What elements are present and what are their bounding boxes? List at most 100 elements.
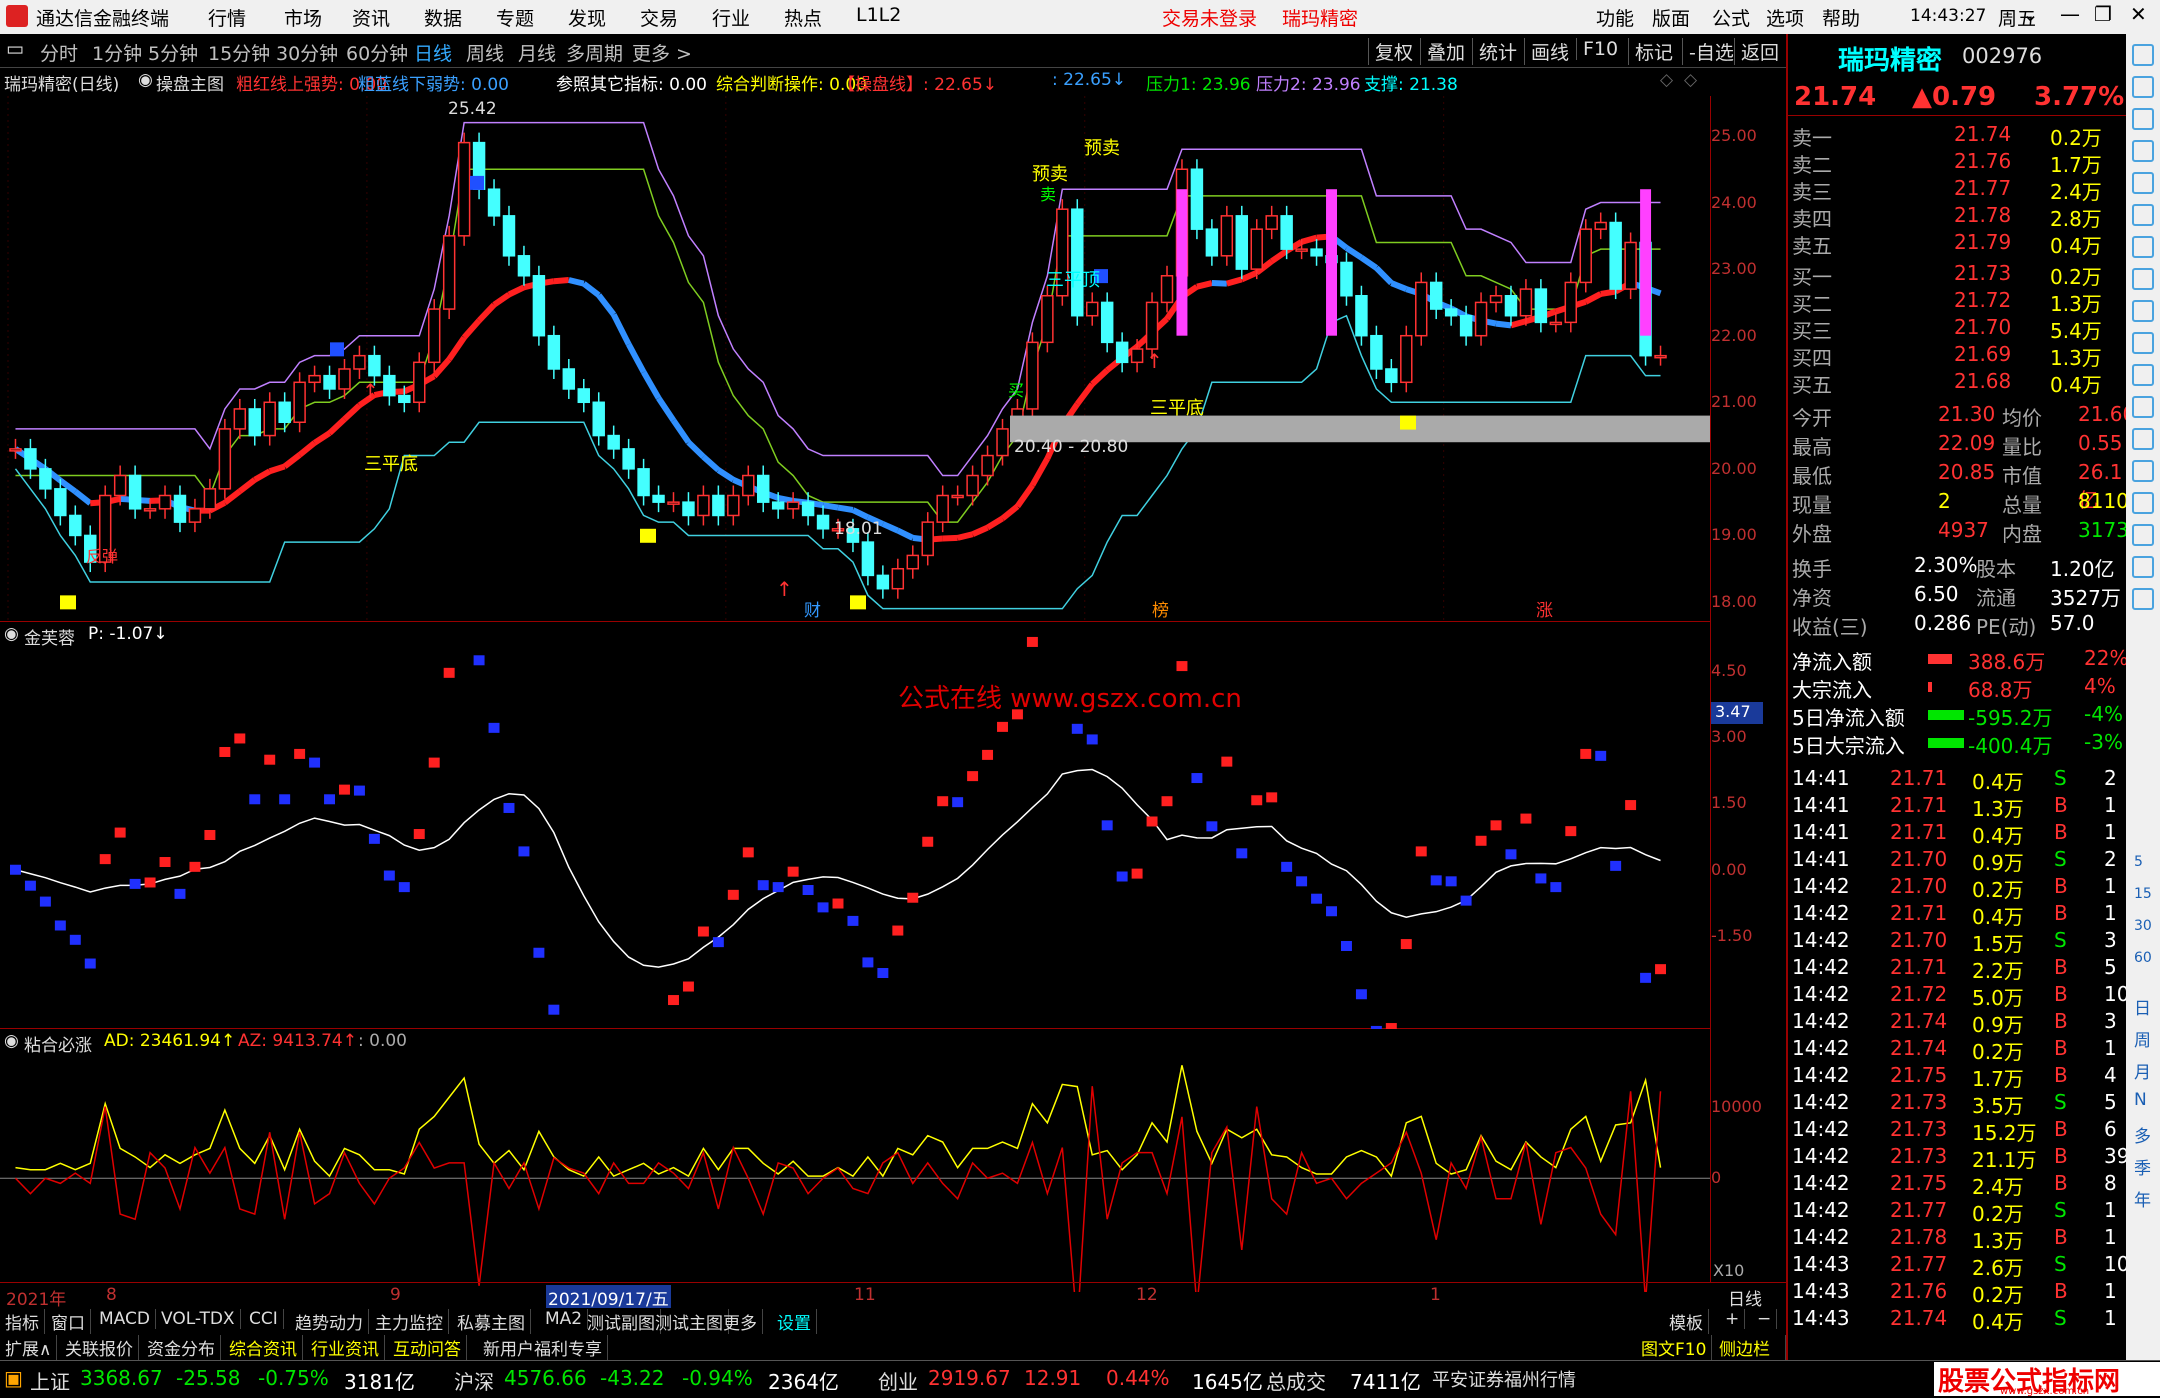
candle[interactable] [1595, 213, 1606, 240]
info-tab-1[interactable]: 关联报价 [60, 1335, 139, 1360]
candle[interactable] [578, 379, 589, 412]
sidebar-minute-0[interactable]: 5 [2134, 854, 2143, 870]
candle[interactable] [354, 346, 365, 379]
minimize-icon[interactable]: — [2060, 2, 2080, 26]
toolbar-btn-6[interactable]: -自选 [1682, 38, 1740, 65]
candle[interactable] [1162, 266, 1173, 313]
toolbar-btn-3[interactable]: 画线 [1524, 38, 1575, 65]
indicator-tab-2[interactable]: MACD [94, 1309, 156, 1329]
candle[interactable] [1655, 346, 1666, 366]
candle[interactable] [264, 392, 275, 445]
right-menu-1[interactable]: 版面 [1652, 4, 1690, 31]
sidebar-tool-icon[interactable] [2132, 332, 2154, 354]
sidebar-tool-icon[interactable] [2132, 140, 2154, 162]
sidebar-tool-icon[interactable] [2132, 76, 2154, 98]
period-tab-3[interactable]: 15分钟 [208, 39, 270, 66]
menu-9[interactable]: L1L2 [856, 4, 901, 26]
candle[interactable] [504, 206, 515, 266]
indicator-tab-11[interactable]: 更多 [718, 1309, 763, 1334]
info-tab-5[interactable]: 互动问答 [388, 1335, 467, 1360]
period-tab-9[interactable]: 多周期 [566, 39, 623, 66]
candle[interactable] [1371, 326, 1382, 379]
candle[interactable] [877, 565, 888, 598]
sidebar-tool-icon[interactable] [2132, 108, 2154, 130]
candle[interactable] [10, 439, 21, 459]
indicator-tab-5[interactable]: 趋势动力 [290, 1309, 369, 1334]
candle[interactable] [743, 466, 754, 506]
candle[interactable] [1535, 279, 1546, 332]
candle[interactable] [982, 446, 993, 486]
candle[interactable] [130, 466, 141, 519]
candle[interactable] [279, 392, 290, 432]
panel3-settings-icon[interactable]: ◉ [4, 1031, 19, 1051]
candle[interactable] [623, 439, 634, 479]
candle[interactable] [70, 505, 81, 545]
candle[interactable] [1206, 219, 1217, 266]
candle[interactable] [758, 466, 769, 513]
menu-1[interactable]: 市场 [284, 4, 322, 31]
indicator-tab-6[interactable]: 主力监控 [370, 1309, 449, 1334]
sidebar-tool-icon[interactable] [2132, 492, 2154, 514]
indicator-tab-3[interactable]: VOL-TDX [156, 1309, 241, 1329]
candle[interactable] [1446, 299, 1457, 326]
candle[interactable] [1491, 286, 1502, 313]
toolbar-btn-5[interactable]: 标记 [1628, 38, 1679, 65]
candle[interactable] [1087, 292, 1098, 325]
right-menu-2[interactable]: 公式 [1712, 4, 1750, 31]
sidebar-minute-2[interactable]: 30 [2134, 918, 2152, 934]
candle[interactable] [997, 419, 1008, 466]
sidebar-period-3[interactable]: N [2134, 1090, 2147, 1110]
period-tab-5[interactable]: 60分钟 [346, 39, 408, 66]
info-tab-3[interactable]: 综合资讯 [224, 1335, 303, 1360]
candle[interactable] [1221, 206, 1232, 266]
index-name-2[interactable]: 创业 [878, 1366, 918, 1395]
panel3-title[interactable]: 粘合必涨 [24, 1031, 92, 1056]
info-tab-0[interactable]: 扩展∧ [0, 1335, 57, 1360]
candle[interactable] [309, 366, 320, 393]
period-tab-7[interactable]: 周线 [466, 39, 504, 66]
sidebar-minute-3[interactable]: 60 [2134, 950, 2152, 966]
candle[interactable] [414, 352, 425, 412]
sidebar-tool-icon[interactable] [2132, 268, 2154, 290]
candle[interactable] [459, 133, 470, 246]
menu-4[interactable]: 专题 [496, 4, 534, 31]
sidebar-minute-1[interactable]: 15 [2134, 886, 2152, 902]
sidebar-tool-icon[interactable] [2132, 236, 2154, 258]
sidebar-tool-icon[interactable] [2132, 364, 2154, 386]
main-chart[interactable]: 25.4218.0120.40 - 20.80三平底三平底三平顶预卖预卖卖买反弹… [0, 96, 1710, 622]
candle[interactable] [489, 179, 500, 226]
expand-icon[interactable]: ◇ [1684, 70, 1697, 90]
period-tab-4[interactable]: 30分钟 [276, 39, 338, 66]
candle[interactable] [713, 486, 724, 526]
toolbar-toggle-icon[interactable]: ▭ [6, 38, 24, 60]
status-menu-icon[interactable]: ▣ [4, 1366, 23, 1390]
sidebar-period-0[interactable]: 日 [2134, 994, 2151, 1019]
candle[interactable] [1266, 206, 1277, 239]
candle[interactable] [25, 439, 36, 479]
sidebar-tool-icon[interactable] [2132, 460, 2154, 482]
sidebar-tool-icon[interactable] [2132, 556, 2154, 578]
toolbar-btn-7[interactable]: 返回 [1734, 38, 1785, 65]
menu-0[interactable]: 行情 [208, 4, 246, 31]
close-icon[interactable]: ✕ [2130, 2, 2147, 26]
candle[interactable] [788, 492, 799, 519]
candle[interactable] [563, 359, 574, 399]
candle[interactable] [1072, 199, 1083, 326]
panel2-svg[interactable] [0, 622, 1710, 1029]
login-status[interactable]: 交易未登录 [1162, 4, 1257, 31]
candle[interactable] [967, 466, 978, 506]
candle[interactable] [189, 499, 200, 532]
candle[interactable] [324, 366, 335, 399]
template-button[interactable]: 模板 [1664, 1309, 1709, 1334]
indicator-tab-7[interactable]: 私募主图 [452, 1309, 531, 1334]
candle[interactable] [234, 399, 245, 439]
zhanhe-panel[interactable]: ◉ 粘合必涨 AD: 23461.94↑ AZ: 9413.74↑ : 0.00 [0, 1029, 1710, 1292]
right-menu-3[interactable]: 选项 [1766, 4, 1804, 31]
menu-7[interactable]: 行业 [712, 4, 750, 31]
candle[interactable] [1505, 286, 1516, 326]
toolbar-btn-0[interactable]: 复权 [1368, 38, 1419, 65]
f10-button[interactable]: 图文F10 [1636, 1335, 1712, 1360]
index-name-1[interactable]: 沪深 [454, 1366, 494, 1395]
sidebar-period-6[interactable]: 年 [2134, 1186, 2151, 1211]
indicator-tab-1[interactable]: 窗口 [46, 1309, 91, 1334]
